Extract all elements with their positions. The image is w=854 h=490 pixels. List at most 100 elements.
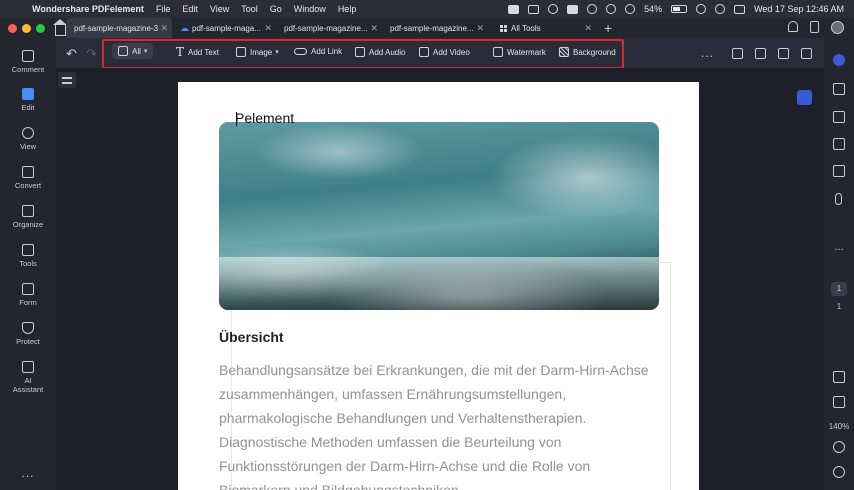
share-icon[interactable] [778,47,789,59]
text-status-icon[interactable] [567,4,579,14]
fit-page-icon[interactable] [833,396,845,408]
more-options-icon[interactable]: ... [701,46,714,60]
sidebar-item-comment[interactable]: Comment [0,50,56,74]
chevron-down-icon: ▾ [143,48,148,55]
close-icon[interactable]: ✕ [264,23,272,34]
section-heading[interactable]: Übersicht [219,329,284,345]
settings-sliders-icon[interactable] [58,72,76,88]
zoom-window-button[interactable] [36,23,45,33]
menu-file[interactable]: File [156,4,171,14]
watermark-label: Watermark [507,47,546,57]
thumbnail-icon[interactable] [833,111,845,123]
body-text[interactable]: Behandlungsansätze bei Erkrankungen, die… [219,358,669,490]
clock[interactable]: Wed 17 Sep 12:46 AM [754,4,844,14]
sidebar-item-form[interactable]: Form [0,283,56,307]
ai-assistant-float-icon[interactable] [797,90,812,105]
sidebar-item-convert[interactable]: Convert [0,166,56,190]
sidebar-item-protect[interactable]: Protect [0,322,56,346]
tab-all-tools[interactable]: All Tools ✕ [492,18,596,38]
menu-edit[interactable]: Edit [182,4,198,14]
watermark-button[interactable]: Watermark [493,47,546,57]
add-audio-label: Add Audio [369,47,406,57]
menu-tool[interactable]: Tool [241,4,258,14]
bell-icon[interactable] [788,21,798,32]
spotlight-icon[interactable] [715,4,726,14]
tab-pdf-sample-magazine-a[interactable]: pdf-sample-magazine... ✕ [276,18,382,38]
eye-icon [22,127,34,139]
tab-pdf-sample-magazine-b[interactable]: pdf-sample-magazine... ✕ [382,18,488,38]
edit-all-dropdown[interactable]: All ▾ [112,43,154,59]
window-controls [8,23,45,33]
hand-tool-icon[interactable] [833,371,845,383]
background-button[interactable]: Background [559,47,616,57]
sidebar-item-organize[interactable]: Organize [0,205,56,229]
ai-icon[interactable] [833,54,845,66]
shield-status-icon[interactable] [548,4,559,14]
sidebar-item-ai-assistant[interactable]: AI Assistant [0,361,56,394]
left-sidebar: Comment Edit View Convert Organize Tools… [0,38,56,490]
save-icon[interactable] [732,47,743,59]
bookmark-icon[interactable] [833,138,845,150]
menu-go[interactable]: Go [270,4,282,14]
attachment-icon[interactable] [835,193,842,205]
new-tab-plus-icon[interactable]: + [604,20,612,36]
avatar[interactable] [831,21,844,34]
sidebar-item-edit[interactable]: Edit [0,88,56,112]
app-name[interactable]: Wondershare PDFelement [32,4,144,14]
menu-window[interactable]: Window [294,4,326,14]
close-icon[interactable]: ✕ [584,23,592,34]
more-icon[interactable]: ... [824,241,854,253]
menu-help[interactable]: Help [338,4,357,14]
home-icon[interactable] [53,18,67,36]
sidebar-item-label: Organize [12,220,44,229]
menu-view[interactable]: View [210,4,229,14]
user-status-icon[interactable] [625,4,636,14]
cloud-upload-icon[interactable] [801,47,812,59]
cloud-icon: ☁ [180,22,189,33]
more-icon[interactable]: ... [0,466,56,480]
bluetooth-icon[interactable] [587,4,598,14]
floating-text[interactable]: Pelement [235,110,294,126]
wifi-icon[interactable] [696,4,707,14]
sidebar-item-tools[interactable]: Tools [0,244,56,268]
close-icon[interactable]: ✕ [160,23,168,34]
sidebar-item-view[interactable]: View [0,127,56,151]
image-button[interactable]: Image ▾ [236,47,279,57]
add-audio-button[interactable]: Add Audio [355,47,405,57]
add-link-label: Add Link [311,47,343,56]
titlebar-right-actions [788,21,844,34]
ocean-wave-image[interactable] [219,122,659,310]
page-number-input[interactable]: 1 [831,282,847,296]
pdf-page[interactable]: Pelement Übersicht Behandlungsansätze be… [178,82,699,490]
sidebar-item-label: Edit [21,103,35,112]
close-icon[interactable]: ✕ [476,23,484,34]
tab-pdf-sample-maga-cloud[interactable]: ☁ pdf-sample-maga... ✕ [172,18,276,38]
comment-list-icon[interactable] [833,83,845,95]
time-machine-icon[interactable] [606,4,617,14]
zoom-level[interactable]: 140% [824,422,854,431]
edit-toolbar: ↶ ↷ All ▾ T Add Text Image ▾ Add Link Ad… [56,38,824,68]
print-icon[interactable] [755,47,766,59]
add-video-button[interactable]: Add Video [419,47,470,57]
all-label: All [132,46,141,56]
control-center-icon[interactable] [734,4,746,14]
search-icon[interactable] [833,165,845,177]
tab-label: pdf-sample-magazine... [284,23,368,33]
minimize-window-button[interactable] [22,23,31,33]
close-window-button[interactable] [8,23,17,33]
mobile-icon[interactable] [810,21,819,33]
display-icon[interactable] [528,4,540,14]
add-text-button[interactable]: T Add Text [176,46,219,58]
tab-label: pdf-sample-magazine-3 [74,23,159,33]
battery-icon[interactable] [671,5,688,13]
undo-icon[interactable]: ↶ [66,46,77,62]
redo-icon[interactable]: ↷ [86,46,97,62]
status-app-icon[interactable] [508,4,520,14]
zoom-in-icon[interactable] [833,441,845,453]
audio-icon [355,47,365,57]
add-link-button[interactable]: Add Link [294,47,342,56]
close-icon[interactable]: ✕ [370,23,378,34]
zoom-out-icon[interactable] [833,466,845,478]
tab-pdf-sample-magazine-3[interactable]: pdf-sample-magazine-3 ✕ [66,18,172,38]
sidebar-item-label: Convert [14,181,42,190]
